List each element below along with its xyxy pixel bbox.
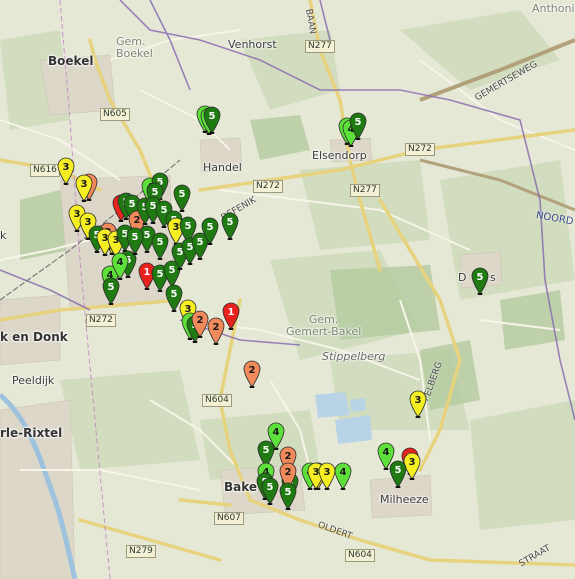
- map-marker-icon: 5: [201, 217, 219, 245]
- map-marker-label: 2: [213, 322, 220, 333]
- map-marker-label: 5: [285, 487, 292, 498]
- map-marker[interactable]: 5: [219, 210, 241, 240]
- place-gem-boekel: Gem. Boekel: [116, 35, 153, 60]
- place-gem-gemert-bakel: Gem. Gemert-Bakel: [286, 313, 362, 338]
- map-marker-icon: 3: [409, 390, 427, 418]
- map-marker-label: 3: [63, 162, 70, 173]
- map-marker-label: 4: [383, 447, 390, 458]
- map-marker-label: 4: [340, 467, 347, 478]
- map-marker-label: 3: [409, 457, 416, 468]
- place-bakel: Bake: [224, 480, 258, 494]
- map-marker[interactable]: 5: [149, 230, 171, 260]
- map-marker-icon: 5: [221, 212, 239, 240]
- place-handel: Handel: [203, 161, 242, 174]
- road-shield-n272: N272: [253, 180, 283, 193]
- map-marker-label: 3: [324, 467, 331, 478]
- map-marker-label: 5: [227, 217, 234, 228]
- place-boekel: Boekel: [48, 54, 94, 68]
- map-marker-label: 5: [355, 117, 362, 128]
- map-marker-label: 1: [228, 307, 235, 318]
- map-marker-label: 5: [157, 237, 164, 248]
- map-marker-label: 3: [81, 179, 88, 190]
- map-marker-icon: 5: [203, 106, 221, 134]
- map-marker[interactable]: 5: [201, 104, 223, 134]
- road-shield-n277-south: N277: [350, 184, 380, 197]
- map-marker-label: 5: [395, 465, 402, 476]
- map-marker-icon: 2: [243, 360, 261, 388]
- place-aa-en-donk: k en Donk: [0, 330, 68, 344]
- map-marker-label: 5: [477, 272, 484, 283]
- map-marker[interactable]: 5: [277, 480, 299, 510]
- map-marker-label: 2: [249, 365, 256, 376]
- map-marker-label: 5: [108, 282, 115, 293]
- map-marker-icon: 5: [151, 232, 169, 260]
- map-marker-label: 4: [117, 257, 124, 268]
- map-marker-icon: 5: [102, 277, 120, 305]
- map-marker-icon: 2: [207, 317, 225, 345]
- map-canvas[interactable]: Boekel Gem. Boekel Venhorst Handel Elsen…: [0, 0, 575, 579]
- map-marker[interactable]: 5: [100, 275, 122, 305]
- map-marker-icon: 5: [279, 482, 297, 510]
- map-marker[interactable]: 5: [387, 458, 409, 488]
- road-shield-n272-west: N272: [86, 314, 116, 327]
- map-marker-label: 2: [285, 467, 292, 478]
- map-marker-label: 5: [132, 232, 139, 243]
- map-marker[interactable]: 5: [199, 215, 221, 245]
- road-shield-n277: N277: [305, 40, 335, 53]
- road-shield-n604-south: N604: [345, 549, 375, 562]
- map-marker[interactable]: 3: [73, 172, 95, 202]
- map-marker[interactable]: 5: [347, 110, 369, 140]
- road-shield-n604: N604: [202, 394, 232, 407]
- map-marker-icon: 5: [471, 267, 489, 295]
- map-marker[interactable]: 4: [332, 460, 354, 490]
- place-venhorst: Venhorst: [228, 38, 277, 51]
- map-marker-icon: 5: [349, 112, 367, 140]
- road-shield-n605: N605: [100, 108, 130, 121]
- map-marker[interactable]: 2: [241, 358, 263, 388]
- map-marker-icon: 5: [389, 460, 407, 488]
- road-shield-n607: N607: [214, 512, 244, 525]
- map-marker-label: 5: [179, 189, 186, 200]
- place-k: k: [0, 229, 7, 242]
- map-marker[interactable]: 3: [407, 388, 429, 418]
- map-marker-label: 5: [207, 222, 214, 233]
- place-milheeze: Milheeze: [380, 493, 429, 506]
- place-d: D: [458, 271, 467, 284]
- place-peeldijk: Peeldijk: [12, 374, 55, 387]
- map-marker[interactable]: 5: [469, 265, 491, 295]
- road-shield-n279: N279: [126, 545, 156, 558]
- map-marker[interactable]: 2: [205, 315, 227, 345]
- map-marker-label: 5: [263, 445, 270, 456]
- place-anthonis: Anthonis: [532, 2, 575, 15]
- map-marker-label: 4: [273, 427, 280, 438]
- place-stippelberg: Stippelberg: [322, 350, 386, 363]
- map-marker-label: 2: [197, 315, 204, 326]
- place-elsendorp: Elsendorp: [312, 149, 367, 162]
- map-marker-label: 3: [415, 395, 422, 406]
- map-marker-label: 5: [209, 111, 216, 122]
- map-marker-label: 5: [267, 482, 274, 493]
- map-marker-icon: 4: [334, 462, 352, 490]
- place-erle-rixtel: rle-Rixtel: [0, 426, 63, 440]
- road-shield-n272-east: N272: [405, 143, 435, 156]
- map-marker-icon: 3: [75, 174, 93, 202]
